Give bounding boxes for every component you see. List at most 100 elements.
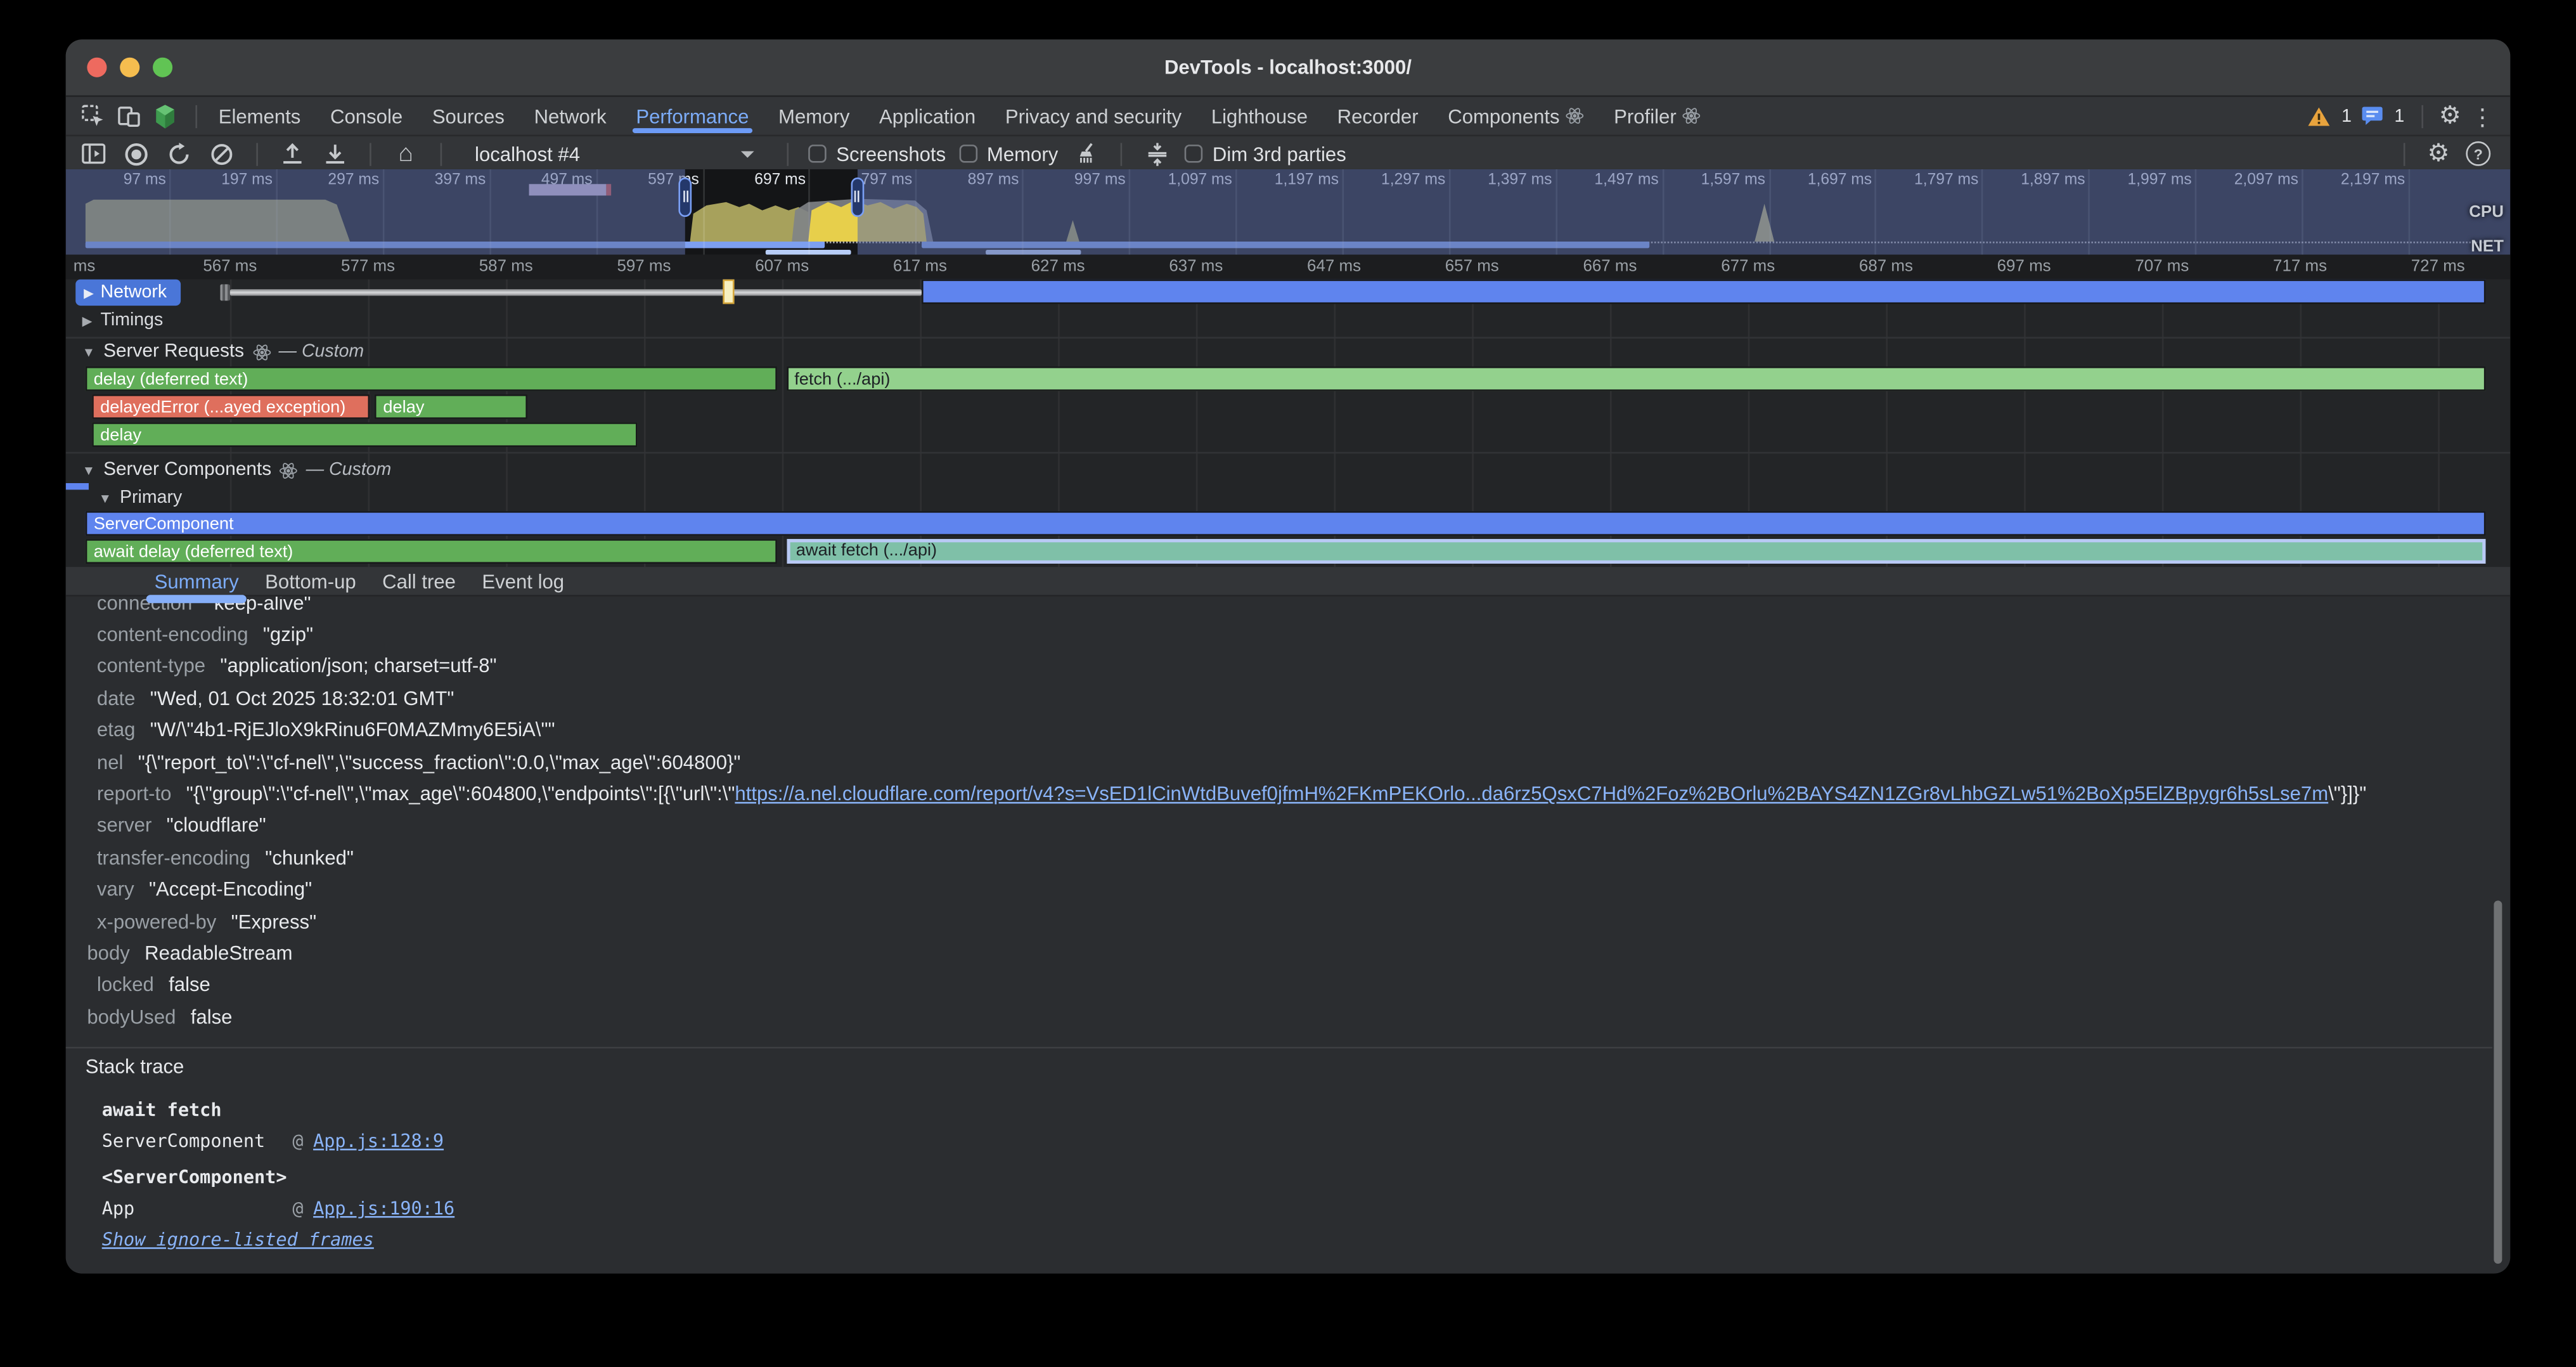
property-row[interactable]: report-to"{\"group\":\"cf-nel\",\"max_ag… <box>66 778 2492 810</box>
toolbar-right-icons: ⚙ ? <box>2396 141 2510 166</box>
extension-gem-icon[interactable] <box>153 103 177 129</box>
tab-memory[interactable]: Memory <box>764 97 865 135</box>
timeline-overview[interactable]: 97 ms197 ms297 ms397 ms497 ms597 ms697 m… <box>66 169 2511 255</box>
performance-toolbar: ⌂ localhost #4 Screenshots Memory <box>66 136 2511 172</box>
warning-triangle-icon[interactable] <box>2307 105 2332 127</box>
track-drag-grip[interactable] <box>220 284 230 301</box>
details-tab-bar: SummaryBottom-upCall treeEvent log <box>66 567 2511 597</box>
dim-3rd-parties-checkbox[interactable]: Dim 3rd parties <box>1185 142 1346 165</box>
tab-application[interactable]: Application <box>865 97 991 135</box>
details-tab-call-tree[interactable]: Call tree <box>369 566 468 596</box>
property-row[interactable]: content-type"application/json; charset=u… <box>66 651 2492 682</box>
property-row[interactable]: nel"{\"report_to\":\"cf-nel\",\"success_… <box>66 746 2492 778</box>
tab-network[interactable]: Network <box>519 97 621 135</box>
property-row[interactable]: connection"keep-alive" <box>66 597 2492 619</box>
issues-icon[interactable] <box>2362 105 2385 127</box>
property-row[interactable]: vary"Accept-Encoding" <box>66 874 2492 905</box>
property-value: "gzip" <box>263 623 313 646</box>
details-tab-bottom-up[interactable]: Bottom-up <box>252 566 369 596</box>
network-event[interactable] <box>922 280 2487 304</box>
save-profile-icon[interactable] <box>320 139 350 169</box>
clear-icon[interactable] <box>207 139 237 169</box>
tab-profiler[interactable]: Profiler <box>1599 97 1716 135</box>
tab-elements[interactable]: Elements <box>203 97 315 135</box>
property-row[interactable]: etag"W/\"4b1-RjEJloX9kRinu6F0MAZMmy6E5iA… <box>66 714 2492 746</box>
tabbar-right: 1 1 ⚙ ⋮ <box>2307 97 2511 135</box>
stack-frame-at: @ <box>292 1131 313 1152</box>
screenshots-checkbox[interactable]: Screenshots <box>808 142 946 165</box>
memory-checkbox[interactable]: Memory <box>959 142 1058 165</box>
property-row[interactable]: content-encoding"gzip" <box>66 619 2492 651</box>
server-request-event[interactable]: delay <box>375 394 528 419</box>
vertical-scrollbar-thumb[interactable] <box>2494 900 2502 1264</box>
help-icon[interactable]: ? <box>2466 141 2490 166</box>
property-row[interactable]: bodyUsed false <box>66 1001 2492 1033</box>
property-row[interactable]: server"cloudflare" <box>66 810 2492 841</box>
server-request-event[interactable]: delay (deferred text) <box>86 366 778 391</box>
checkbox-box <box>959 145 977 163</box>
server-component-event[interactable]: ServerComponent <box>86 511 2487 536</box>
property-name: bodyUsed <box>87 1006 176 1028</box>
panel-tabs: ElementsConsole Sources NetworkPerformance… <box>203 97 1716 135</box>
server-request-event[interactable]: fetch (.../api) <box>786 366 2486 391</box>
tab-lighthouse[interactable]: Lighthouse <box>1197 97 1323 135</box>
property-value: false <box>191 1006 233 1028</box>
reload-icon[interactable] <box>164 139 194 169</box>
details-tab-summary[interactable]: Summary <box>141 566 252 596</box>
capture-settings-gear-icon[interactable]: ⚙ <box>2428 141 2450 166</box>
flame-chart[interactable]: ▶ Network ▶ Timings ▼ Server Requests — … <box>66 280 2511 567</box>
tab-sources[interactable]: Sources <box>417 97 519 135</box>
tab-recorder[interactable]: Recorder <box>1322 97 1433 135</box>
property-row[interactable]: lockedfalse <box>66 969 2492 1001</box>
arrows-to-line-icon[interactable] <box>1142 139 1171 169</box>
property-name: etag <box>97 718 136 741</box>
overview-dim-left <box>66 169 685 255</box>
server-component-event-selected[interactable]: await fetch (.../api) <box>786 539 2486 564</box>
profile-select-value: localhost #4 <box>475 142 580 165</box>
property-row[interactable]: x-powered-by"Express" <box>66 905 2492 937</box>
tab-privacy-and-security[interactable]: Privacy and security <box>991 97 1197 135</box>
stack-frame-source-link[interactable]: App.js:128:9 <box>313 1131 444 1152</box>
server-requests-track-header[interactable]: ▼ Server Requests — Custom <box>82 342 364 361</box>
network-track-label[interactable]: ▶ Network <box>75 280 180 306</box>
server-component-event[interactable]: await delay (deferred text) <box>86 539 778 564</box>
summary-details-pane: connection"keep-alive"content-encoding"g… <box>66 597 2492 1040</box>
property-row[interactable]: bodyReadableStream <box>66 937 2492 969</box>
show-left-panel-icon[interactable] <box>79 139 108 169</box>
server-request-event[interactable]: delay <box>92 422 637 447</box>
tab-console[interactable]: Console <box>316 97 418 135</box>
network-track-row[interactable]: ▶ Network <box>66 280 2511 304</box>
device-toolbar-icon[interactable] <box>117 103 141 128</box>
stack-frame-source-link[interactable]: App.js:190:16 <box>313 1198 454 1219</box>
primary-group-label[interactable]: ▼ Primary <box>99 488 183 508</box>
profile-select[interactable]: localhost #4 <box>461 139 767 169</box>
tab-label: Sources <box>432 105 505 127</box>
network-event[interactable] <box>723 280 735 304</box>
timings-track-label[interactable]: ▶ Timings <box>82 311 164 330</box>
property-name: content-type <box>97 655 205 678</box>
divider <box>195 105 197 127</box>
stack-frame: <ServerComponent> <box>102 1167 287 1188</box>
show-ignore-link-text[interactable]: Show ignore-listed frames <box>102 1229 374 1251</box>
server-request-event[interactable]: delayedError (...ayed exception) <box>92 394 370 419</box>
home-icon[interactable]: ⌂ <box>391 139 421 169</box>
server-components-track-header[interactable]: ▼ Server Components — Custom <box>82 460 392 480</box>
show-ignore-listed-frames-link[interactable]: Show ignore-listed frames <box>102 1229 374 1251</box>
details-tab-event-log[interactable]: Event log <box>469 566 577 596</box>
tab-components[interactable]: Components <box>1433 97 1599 135</box>
dim-3rd-parties-label: Dim 3rd parties <box>1213 142 1346 165</box>
property-value: false <box>169 973 210 996</box>
property-row[interactable]: transfer-encoding"chunked" <box>66 841 2492 873</box>
report-to-url-link[interactable]: https://a.nel.cloudflare.com/report/v4?s… <box>735 782 2328 805</box>
kebab-menu-icon[interactable]: ⋮ <box>2471 105 2494 127</box>
tabbar-left-icons <box>66 97 204 135</box>
gear-icon[interactable]: ⚙ <box>2439 103 2461 128</box>
inspect-cursor-icon[interactable] <box>80 103 105 128</box>
property-row[interactable]: date"Wed, 01 Oct 2025 18:32:01 GMT" <box>66 682 2492 714</box>
window-right-handle[interactable] <box>851 178 864 217</box>
tab-performance[interactable]: Performance <box>621 97 764 135</box>
record-icon[interactable] <box>122 139 151 169</box>
window-left-handle[interactable] <box>679 178 692 217</box>
load-profile-icon[interactable] <box>278 139 307 169</box>
collect-garbage-icon[interactable] <box>1071 139 1101 169</box>
